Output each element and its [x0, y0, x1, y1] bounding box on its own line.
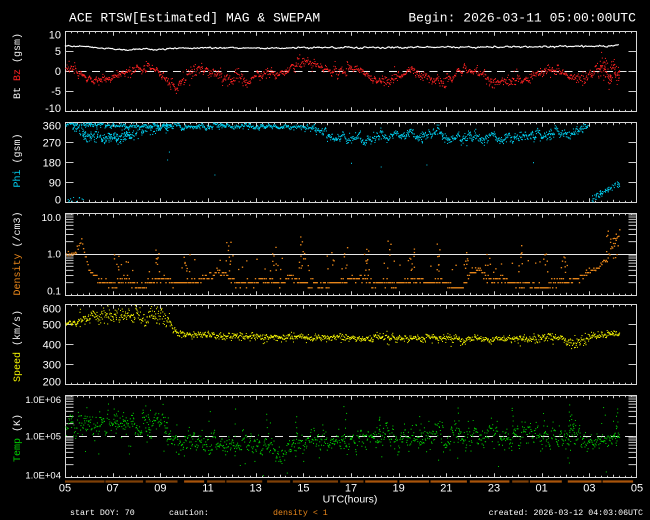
svg-text:21: 21: [440, 483, 452, 495]
svg-text:90: 90: [49, 177, 61, 189]
svg-text:density < 1: density < 1: [273, 508, 328, 518]
svg-text:05: 05: [631, 483, 643, 495]
svg-text:Density (/cm3): Density (/cm3): [12, 211, 24, 295]
svg-text:created: 2026-03-12 04:03:06UT: created: 2026-03-12 04:03:06UTC: [489, 508, 643, 518]
svg-text:1.0E+06: 1.0E+06: [25, 395, 61, 406]
svg-text:10.0: 10.0: [42, 213, 62, 224]
svg-text:-10: -10: [45, 103, 61, 115]
svg-text:ACE RTSW[Estimated] MAG & SWEP: ACE RTSW[Estimated] MAG & SWEPAM: [69, 11, 320, 26]
svg-text:1.0E+05: 1.0E+05: [25, 431, 61, 442]
svg-text:15: 15: [297, 483, 309, 495]
svg-text:500: 500: [43, 319, 61, 331]
svg-text:start DOY: 70: start DOY: 70: [70, 509, 135, 518]
svg-text:1.0: 1.0: [47, 250, 61, 261]
svg-text:200: 200: [43, 376, 61, 388]
svg-text:09: 09: [154, 483, 166, 495]
svg-text:360: 360: [43, 120, 61, 132]
svg-text:180: 180: [43, 157, 61, 169]
svg-text:300: 300: [43, 359, 61, 371]
svg-text:1.0E+04: 1.0E+04: [25, 470, 61, 481]
svg-text:01: 01: [536, 483, 548, 495]
svg-text:0: 0: [55, 194, 61, 206]
svg-text:5: 5: [55, 46, 61, 58]
svg-text:Bt Bz (gsm): Bt Bz (gsm): [12, 33, 24, 99]
svg-text:10: 10: [49, 29, 61, 41]
svg-text:Temp (K): Temp (K): [12, 414, 24, 462]
svg-text:Speed (km/s): Speed (km/s): [12, 310, 24, 382]
svg-text:07: 07: [107, 483, 119, 495]
svg-text:UTC(hours): UTC(hours): [323, 494, 378, 506]
svg-text:19: 19: [393, 483, 405, 495]
svg-text:Begin: 2026-03-11 05:00:00UTC: Begin: 2026-03-11 05:00:00UTC: [408, 11, 636, 26]
svg-text:Phi (gsm): Phi (gsm): [12, 133, 24, 187]
svg-text:270: 270: [43, 137, 61, 149]
svg-text:600: 600: [43, 303, 61, 315]
svg-text:400: 400: [43, 339, 61, 351]
svg-text:0: 0: [55, 66, 61, 78]
svg-text:13: 13: [250, 483, 262, 495]
svg-text:caution:: caution:: [169, 508, 209, 518]
svg-text:03: 03: [583, 483, 595, 495]
svg-text:11: 11: [202, 483, 213, 495]
svg-text:05: 05: [59, 483, 71, 495]
svg-text:23: 23: [488, 483, 500, 495]
svg-text:0.1: 0.1: [47, 287, 61, 298]
svg-text:-5: -5: [51, 86, 61, 98]
